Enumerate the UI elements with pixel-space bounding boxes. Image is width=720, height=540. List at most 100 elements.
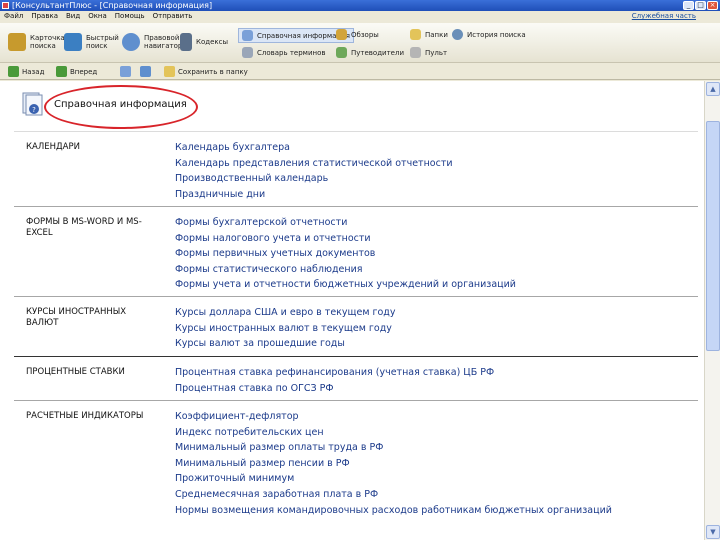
back-arrow-icon — [8, 66, 19, 77]
link-subsistence[interactable]: Прожиточный минимум — [175, 471, 698, 487]
menu-bar: Файл Правка Вид Окна Помощь Отправить Сл… — [0, 11, 720, 22]
category-label: ФОРМЫ В MS-WORD И MS-EXCEL — [26, 217, 142, 238]
menu-windows[interactable]: Окна — [88, 11, 107, 22]
category-label: РАСЧЕТНЫЕ ИНДИКАТОРЫ — [26, 411, 144, 421]
category-label: ПРОЦЕНТНЫЕ СТАВКИ — [26, 367, 125, 377]
link-travel-norms[interactable]: Нормы возмещения командировочных расходо… — [175, 503, 698, 519]
export-button[interactable] — [140, 66, 151, 77]
toolbar-reviews-label: Обзоры — [351, 30, 379, 39]
service-link[interactable]: Служебная часть — [632, 11, 696, 22]
menu-view[interactable]: Вид — [66, 11, 80, 22]
guide-icon — [336, 47, 347, 58]
menu-help[interactable]: Помощь — [115, 11, 145, 22]
section-indicators: РАСЧЕТНЫЕ ИНДИКАТОРЫ Коэффициент-дефлято… — [14, 400, 698, 520]
save-to-folder-label: Сохранить в папку — [178, 67, 248, 76]
toolbar-guides[interactable]: Путеводители — [336, 47, 404, 58]
main-toolbar: Карточка поиска Быстрый поиск Правовой н… — [0, 23, 720, 63]
link-ogsz-rate[interactable]: Процентная ставка по ОГСЗ РФ — [175, 381, 698, 397]
link-deflator[interactable]: Коэффициент-дефлятор — [175, 409, 698, 425]
toolbar-history[interactable]: История поиска — [452, 29, 526, 40]
toolbar-search-card[interactable]: Карточка поиска — [8, 33, 65, 51]
category-label: КУРСЫ ИНОСТРАННЫХ ВАЛЮТ — [26, 307, 127, 328]
svg-text:?: ? — [32, 106, 36, 114]
link-primary-docs[interactable]: Формы первичных учетных документов — [175, 246, 698, 262]
toolbar-guides-label: Путеводители — [351, 48, 404, 57]
link-statistics-calendar[interactable]: Календарь представления статистической о… — [175, 156, 698, 172]
toolbar-folders[interactable]: Папки — [410, 29, 448, 40]
link-holidays[interactable]: Праздничные дни — [175, 187, 698, 203]
codes-icon — [180, 33, 192, 51]
content-area: ? Справочная информация КАЛЕНДАРИ Календ… — [0, 81, 720, 540]
window-title: [КонсультантПлюс - [Справочная информаци… — [12, 1, 213, 10]
close-button[interactable]: × — [707, 1, 718, 10]
link-production-calendar[interactable]: Производственный календарь — [175, 171, 698, 187]
toolbar-reviews[interactable]: Обзоры — [336, 29, 379, 40]
window-controls: _ □ × — [683, 1, 718, 10]
toolbar-quick-search-label: Быстрый поиск — [86, 34, 119, 50]
scroll-down-button[interactable]: ▼ — [706, 525, 720, 539]
link-usd-eur[interactable]: Курсы доллара США и евро в текущем году — [175, 305, 698, 321]
toolbar-dictionary[interactable]: Словарь терминов — [242, 47, 326, 58]
dictionary-icon — [242, 47, 253, 58]
link-budget-forms[interactable]: Формы учета и отчетности бюджетных учреж… — [175, 277, 698, 293]
search-card-icon — [8, 33, 26, 51]
toolbar-history-label: История поиска — [467, 30, 526, 39]
forward-button[interactable]: Вперед — [56, 66, 97, 77]
section-calendars: КАЛЕНДАРИ Календарь бухгалтера Календарь… — [14, 131, 698, 206]
scroll-up-button[interactable]: ▲ — [706, 82, 720, 96]
toolbar-codes-label: Кодексы — [196, 38, 229, 46]
toolbar-codes[interactable]: Кодексы — [180, 33, 228, 51]
section-currency: КУРСЫ ИНОСТРАННЫХ ВАЛЮТ Курсы доллара СШ… — [14, 296, 698, 356]
link-accounting-forms[interactable]: Формы бухгалтерской отчетности — [175, 215, 698, 231]
maximize-button[interactable]: □ — [695, 1, 706, 10]
menu-file[interactable]: Файл — [4, 11, 23, 22]
minimize-button[interactable]: _ — [683, 1, 694, 10]
save-folder-icon — [164, 66, 175, 77]
section-rates: ПРОЦЕНТНЫЕ СТАВКИ Процентная ставка рефи… — [14, 356, 698, 400]
scroll-thumb[interactable] — [706, 121, 720, 351]
link-statistics-forms[interactable]: Формы статистического наблюдения — [175, 262, 698, 278]
link-past-rates[interactable]: Курсы валют за прошедшие годы — [175, 336, 698, 352]
menu-edit[interactable]: Правка — [31, 11, 58, 22]
toolbar-quick-search[interactable]: Быстрый поиск — [64, 33, 119, 51]
link-min-pension[interactable]: Минимальный размер пенсии в РФ — [175, 456, 698, 472]
back-button[interactable]: Назад — [8, 66, 44, 77]
forward-label: Вперед — [70, 67, 98, 76]
back-label: Назад — [22, 67, 45, 76]
toolbar-navigator-label: Правовой навигатор — [144, 34, 183, 50]
highlight-ellipse — [44, 85, 198, 129]
toolbar-remote-label: Пульт — [425, 48, 448, 57]
vertical-scrollbar[interactable]: ▲ ▼ — [704, 81, 720, 540]
print-button[interactable] — [120, 66, 131, 77]
reviews-icon — [336, 29, 347, 40]
app-icon — [2, 2, 9, 9]
navigator-icon — [122, 33, 140, 51]
toolbar-search-card-label: Карточка поиска — [30, 34, 65, 50]
link-tax-forms[interactable]: Формы налогового учета и отчетности — [175, 231, 698, 247]
link-cpi[interactable]: Индекс потребительских цен — [175, 425, 698, 441]
toolbar-folders-label: Папки — [425, 30, 448, 39]
title-bar: [КонсультантПлюс - [Справочная информаци… — [0, 0, 720, 11]
remote-icon — [410, 47, 421, 58]
link-refinancing-rate[interactable]: Процентная ставка рефинансирования (учет… — [175, 365, 698, 381]
history-icon — [452, 29, 463, 40]
document-info-icon: ? — [22, 92, 43, 116]
link-min-wage[interactable]: Минимальный размер оплаты труда в РФ — [175, 440, 698, 456]
menu-send[interactable]: Отправить — [153, 11, 193, 22]
category-label: КАЛЕНДАРИ — [26, 142, 80, 152]
quick-search-icon — [64, 33, 82, 51]
print-icon — [120, 66, 131, 77]
toolbar-navigator[interactable]: Правовой навигатор — [122, 33, 182, 51]
info-icon — [242, 30, 253, 41]
section-forms: ФОРМЫ В MS-WORD И MS-EXCEL Формы бухгалт… — [14, 206, 698, 296]
toolbar-remote[interactable]: Пульт — [410, 47, 447, 58]
save-to-folder-button[interactable]: Сохранить в папку — [164, 66, 248, 77]
reference-list: КАЛЕНДАРИ Календарь бухгалтера Календарь… — [14, 131, 698, 520]
navigation-bar: Назад Вперед Сохранить в папку — [0, 63, 720, 80]
link-avg-salary[interactable]: Среднемесячная заработная плата в РФ — [175, 487, 698, 503]
link-accountant-calendar[interactable]: Календарь бухгалтера — [175, 140, 698, 156]
toolbar-dictionary-label: Словарь терминов — [257, 48, 326, 57]
link-foreign-currency[interactable]: Курсы иностранных валют в текущем году — [175, 321, 698, 337]
forward-arrow-icon — [56, 66, 67, 77]
folder-icon — [410, 29, 421, 40]
